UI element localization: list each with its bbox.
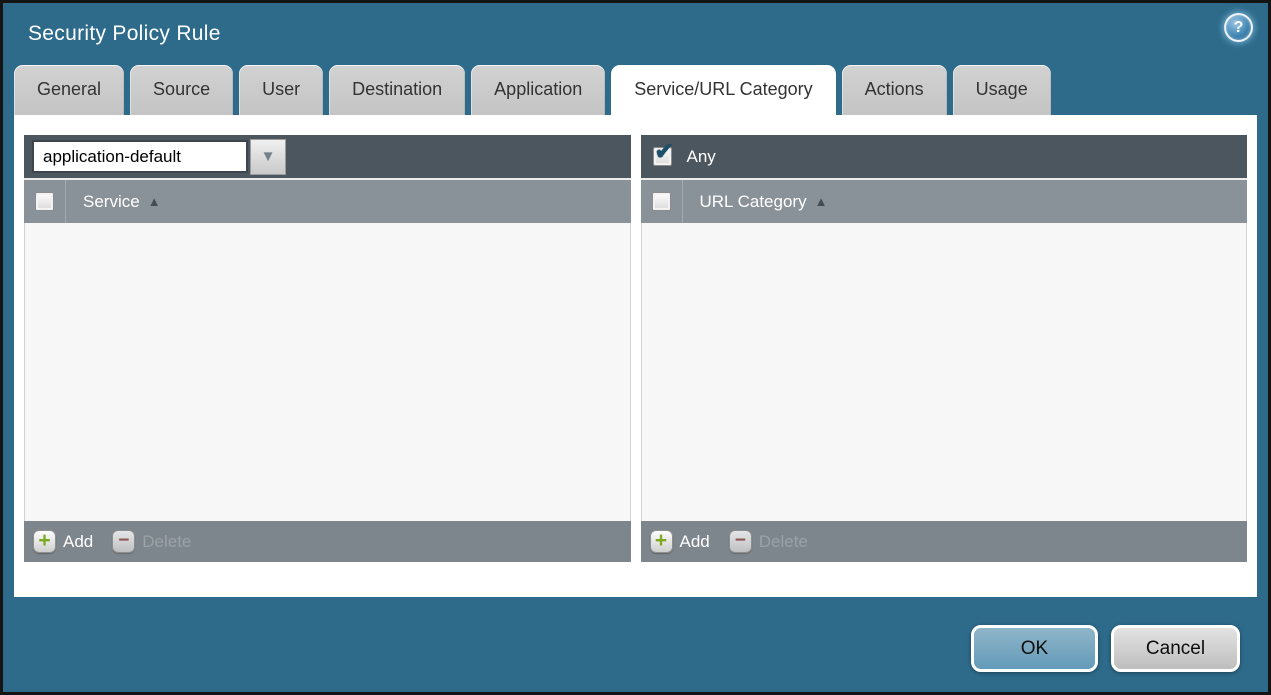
url-category-add-button[interactable]: + Add	[649, 530, 710, 553]
url-category-panel: ✔ Any URL Category ▲ + Add − Delete	[640, 135, 1247, 562]
check-icon: ✔	[654, 138, 674, 164]
any-checkbox[interactable]: ✔	[652, 140, 674, 166]
url-category-table-header: URL Category ▲	[640, 178, 1247, 223]
service-delete-button[interactable]: − Delete	[112, 530, 191, 553]
url-category-footer: + Add − Delete	[640, 521, 1247, 562]
tab-actions[interactable]: Actions	[841, 65, 947, 115]
delete-icon: −	[112, 530, 136, 553]
url-category-toolbar: ✔ Any	[640, 135, 1247, 178]
url-category-select-all-checkbox[interactable]	[651, 192, 671, 211]
service-add-button[interactable]: + Add	[33, 530, 93, 553]
dialog-titlebar: Security Policy Rule ?	[3, 3, 1268, 65]
service-dropdown: ▼	[32, 138, 286, 175]
service-table-header: Service ▲	[24, 178, 631, 223]
tab-bar: General Source User Destination Applicat…	[3, 65, 1268, 115]
ok-button[interactable]: OK	[971, 625, 1098, 672]
add-button-label: Add	[679, 531, 710, 551]
url-category-delete-button[interactable]: − Delete	[728, 530, 808, 553]
url-category-list-body	[640, 223, 1247, 521]
add-button-label: Add	[63, 531, 94, 551]
sort-asc-icon[interactable]: ▲	[148, 194, 161, 209]
service-dropdown-input[interactable]	[32, 140, 248, 173]
url-category-header-checkcell	[641, 180, 683, 223]
delete-icon: −	[728, 530, 752, 553]
tab-general[interactable]: General	[14, 65, 125, 115]
cancel-button[interactable]: Cancel	[1111, 625, 1240, 672]
url-category-column-header[interactable]: URL Category	[700, 192, 807, 212]
dialog-action-buttons: OK Cancel	[971, 625, 1240, 672]
dialog-title: Security Policy Rule	[28, 22, 221, 45]
tab-source[interactable]: Source	[130, 65, 234, 115]
tab-content-area: ▼ Service ▲ +	[14, 115, 1257, 597]
delete-button-label: Delete	[758, 531, 808, 551]
security-policy-rule-dialog: Security Policy Rule ? General Source Us…	[0, 0, 1271, 695]
service-footer: + Add − Delete	[24, 521, 631, 562]
service-dropdown-button[interactable]: ▼	[250, 138, 286, 175]
service-select-all-checkbox[interactable]	[35, 192, 54, 211]
service-list-body	[24, 223, 631, 521]
sort-asc-icon[interactable]: ▲	[815, 194, 828, 209]
service-header-checkcell	[24, 180, 66, 223]
delete-button-label: Delete	[142, 531, 192, 551]
tab-usage[interactable]: Usage	[952, 65, 1051, 115]
service-column-header[interactable]: Service	[83, 192, 140, 212]
service-panel: ▼ Service ▲ +	[24, 135, 631, 562]
add-icon: +	[649, 530, 673, 553]
panels-row: ▼ Service ▲ +	[14, 115, 1257, 562]
tab-application[interactable]: Application	[471, 65, 606, 115]
tab-destination[interactable]: Destination	[329, 65, 466, 115]
tab-service-url-category[interactable]: Service/URL Category	[611, 65, 836, 115]
chevron-down-icon: ▼	[260, 148, 276, 165]
any-checkbox-label[interactable]: Any	[687, 147, 716, 167]
service-toolbar: ▼	[24, 135, 631, 178]
help-icon[interactable]: ?	[1224, 13, 1253, 42]
tab-user[interactable]: User	[239, 65, 324, 115]
add-icon: +	[33, 530, 56, 553]
